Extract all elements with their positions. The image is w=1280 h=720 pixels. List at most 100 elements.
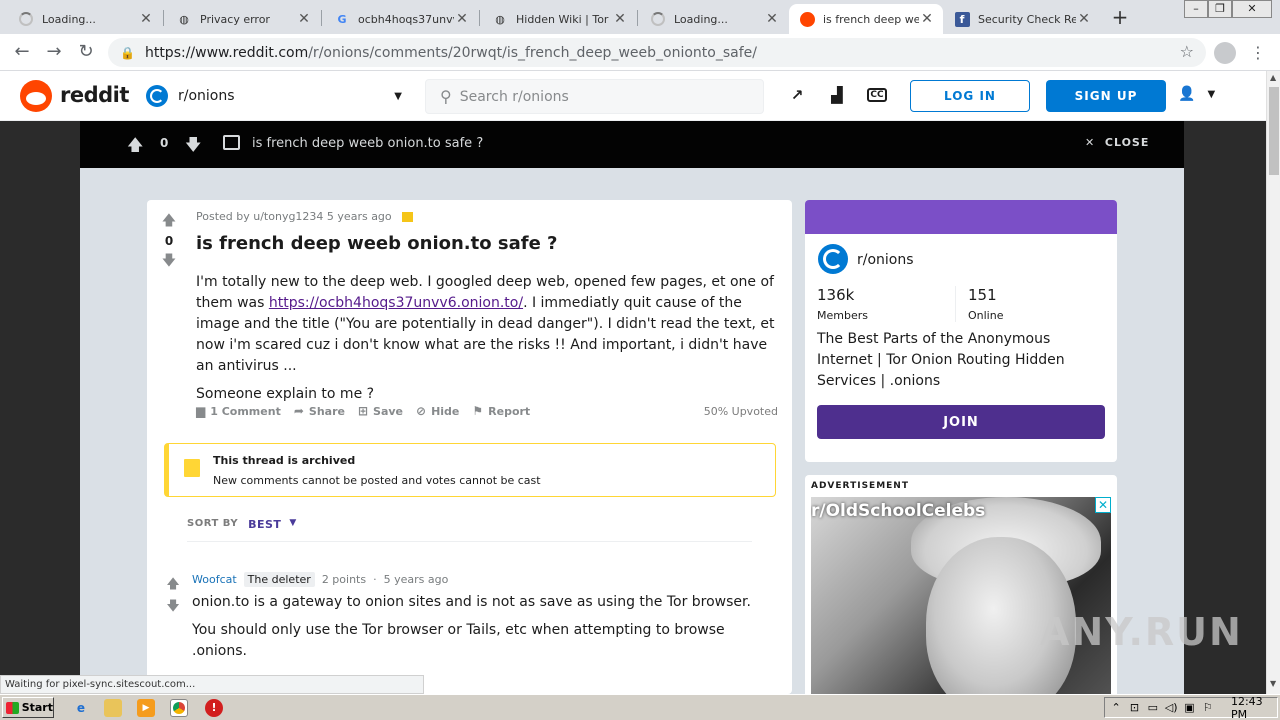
post-text: Someone explain to me ? <box>196 386 375 402</box>
battery-icon[interactable]: ▭ <box>1146 701 1160 714</box>
close-icon[interactable]: ✕ <box>764 11 780 27</box>
scroll-up-icon[interactable]: ▲ <box>1270 73 1276 82</box>
separator-dot: · <box>373 573 377 586</box>
post-bar-title: is french deep weeb onion.to safe ? <box>252 136 484 151</box>
advertisement: ADVERTISEMENT r/OldSchoolCelebs ✕ <box>805 475 1117 694</box>
onion-link[interactable]: https://ocbh4hoqs37unvv6.onion.to/ <box>269 295 523 311</box>
login-button[interactable]: LOG IN <box>910 80 1030 112</box>
browser-tab-active[interactable]: is french deep wee ✕ <box>789 4 943 34</box>
stats-icon[interactable]: ▟ <box>827 85 847 105</box>
join-button[interactable]: JOIN <box>817 405 1105 439</box>
browser-menu-icon[interactable]: ⋮ <box>1250 42 1266 64</box>
browser-tab[interactable]: G ocbh4hoqs37unvv6 ✕ <box>324 4 478 34</box>
report-button[interactable]: ⚑ Report <box>472 404 530 418</box>
search-box[interactable]: ⚲ <box>425 79 764 114</box>
network-status-icon[interactable]: ▣ <box>1182 701 1196 714</box>
archived-notice: This thread is archived New comments can… <box>164 443 776 497</box>
hide-label: Hide <box>431 404 460 418</box>
ad-image[interactable]: r/OldSchoolCelebs ✕ <box>811 497 1111 694</box>
close-icon[interactable]: ✕ <box>919 11 935 27</box>
chrome-icon[interactable] <box>170 699 188 717</box>
downvote-icon[interactable]: 🡇 <box>157 252 181 270</box>
scrollbar-thumb[interactable] <box>1269 87 1279 175</box>
community-selector[interactable]: r/onions ▼ <box>146 82 402 110</box>
save-button[interactable]: ⊞ Save <box>358 404 403 418</box>
comments-label: 1 Comment <box>210 404 281 418</box>
window-close-button[interactable]: ✕ <box>1232 0 1272 18</box>
expand-tray-icon[interactable]: ⌃ <box>1109 701 1123 714</box>
share-icon: ➦ <box>293 404 304 418</box>
page-scrollbar[interactable]: ▲ ▼ <box>1266 71 1280 694</box>
browser-tab[interactable]: Loading... ✕ <box>8 4 162 34</box>
archived-title: This thread is archived <box>213 454 356 467</box>
vote-column: 🡅 0 🡇 <box>157 212 181 270</box>
tab-label: Loading... <box>674 12 728 26</box>
share-button[interactable]: ➦ Share <box>294 404 345 418</box>
ad-close-icon[interactable]: ✕ <box>1095 497 1111 513</box>
anyrun-watermark: ANY.RUN <box>1040 610 1243 654</box>
reload-button[interactable]: ↻ <box>74 40 98 64</box>
address-bar[interactable]: 🔒 https://www.reddit.com/r/onions/commen… <box>108 38 1206 67</box>
folder-icon[interactable] <box>104 699 122 717</box>
hide-button[interactable]: ⊘ Hide <box>416 404 459 418</box>
members-stat: 136k Members <box>817 286 868 322</box>
ie-icon[interactable]: e <box>72 699 90 717</box>
upvote-icon[interactable]: 🡅 <box>165 574 181 596</box>
reddit-wordmark[interactable]: reddit <box>60 83 129 107</box>
volume-icon[interactable]: ◁) <box>1164 701 1178 714</box>
save-label: Save <box>373 404 403 418</box>
upvote-icon[interactable]: 🡅 <box>127 134 143 161</box>
user-menu[interactable]: 👤 ▼ <box>1178 86 1215 102</box>
post-meta: Posted by u/tonyg1234 5 years ago <box>196 210 413 223</box>
trending-icon[interactable]: ↗ <box>787 85 807 105</box>
facebook-icon: f <box>954 11 970 27</box>
scroll-down-icon[interactable]: ▼ <box>1270 679 1276 688</box>
close-icon[interactable]: ✕ <box>454 11 470 27</box>
close-icon: ✕ <box>1085 136 1096 149</box>
restore-button[interactable]: ❐ <box>1208 0 1232 18</box>
reddit-logo-icon[interactable] <box>20 80 52 112</box>
user-flair: The deleter <box>243 572 315 587</box>
browser-tab[interactable]: ◍ Hidden Wiki | Tor .o ✕ <box>482 4 636 34</box>
media-player-icon[interactable]: ▶ <box>137 699 155 717</box>
back-button[interactable]: ← <box>10 40 34 64</box>
closed-caption-icon[interactable]: CC <box>867 85 887 105</box>
comment-header: Woofcat The deleter 2 points · 5 years a… <box>192 572 448 587</box>
warning-stop-icon[interactable]: ! <box>205 699 223 717</box>
comment-author[interactable]: Woofcat <box>192 573 237 586</box>
downvote-icon[interactable]: 🡇 <box>185 134 201 161</box>
new-tab-button[interactable]: + <box>1108 6 1132 30</box>
taskbar-clock[interactable]: 12:43 PM <box>1231 695 1277 720</box>
comment-points: 2 points <box>321 573 367 586</box>
signup-button[interactable]: SIGN UP <box>1046 80 1166 112</box>
close-post-button[interactable]: ✕ CLOSE <box>1085 136 1149 149</box>
flag-icon[interactable]: ⚐ <box>1201 701 1215 714</box>
spinner-icon <box>650 11 666 27</box>
chevron-down-icon: ▼ <box>394 90 402 102</box>
close-icon[interactable]: ✕ <box>138 11 154 27</box>
search-input[interactable] <box>459 88 740 105</box>
start-button[interactable]: Start <box>2 697 54 718</box>
minimize-button[interactable]: – <box>1184 0 1208 18</box>
close-icon[interactable]: ✕ <box>612 11 628 27</box>
bookmark-star-icon[interactable]: ☆ <box>1180 42 1194 61</box>
tab-separator <box>321 10 322 26</box>
profile-avatar[interactable] <box>1214 42 1236 64</box>
upvote-icon[interactable]: 🡅 <box>157 212 181 230</box>
url-host: https://www.reddit.com <box>144 44 309 61</box>
forward-button[interactable]: → <box>42 40 66 64</box>
browser-tab[interactable]: ◍ Privacy error ✕ <box>166 4 320 34</box>
community-name[interactable]: r/onions <box>857 252 914 268</box>
browser-tab[interactable]: f Security Check Req ✕ <box>944 4 1100 34</box>
sort-by-control[interactable]: SORT BY BEST ▼ <box>187 518 752 542</box>
close-icon[interactable]: ✕ <box>1076 11 1092 27</box>
downvote-icon[interactable]: 🡇 <box>165 596 181 618</box>
close-icon[interactable]: ✕ <box>296 11 312 27</box>
network-icon[interactable]: ⊡ <box>1127 701 1141 714</box>
comments-button[interactable]: ▆ 1 Comment <box>196 404 281 418</box>
tab-separator <box>163 10 164 26</box>
start-label: Start <box>21 701 53 714</box>
browser-tab[interactable]: Loading... ✕ <box>640 4 788 34</box>
ad-label: ADVERTISEMENT <box>811 481 909 491</box>
post-body: I'm totally new to the deep web. I googl… <box>196 272 786 412</box>
